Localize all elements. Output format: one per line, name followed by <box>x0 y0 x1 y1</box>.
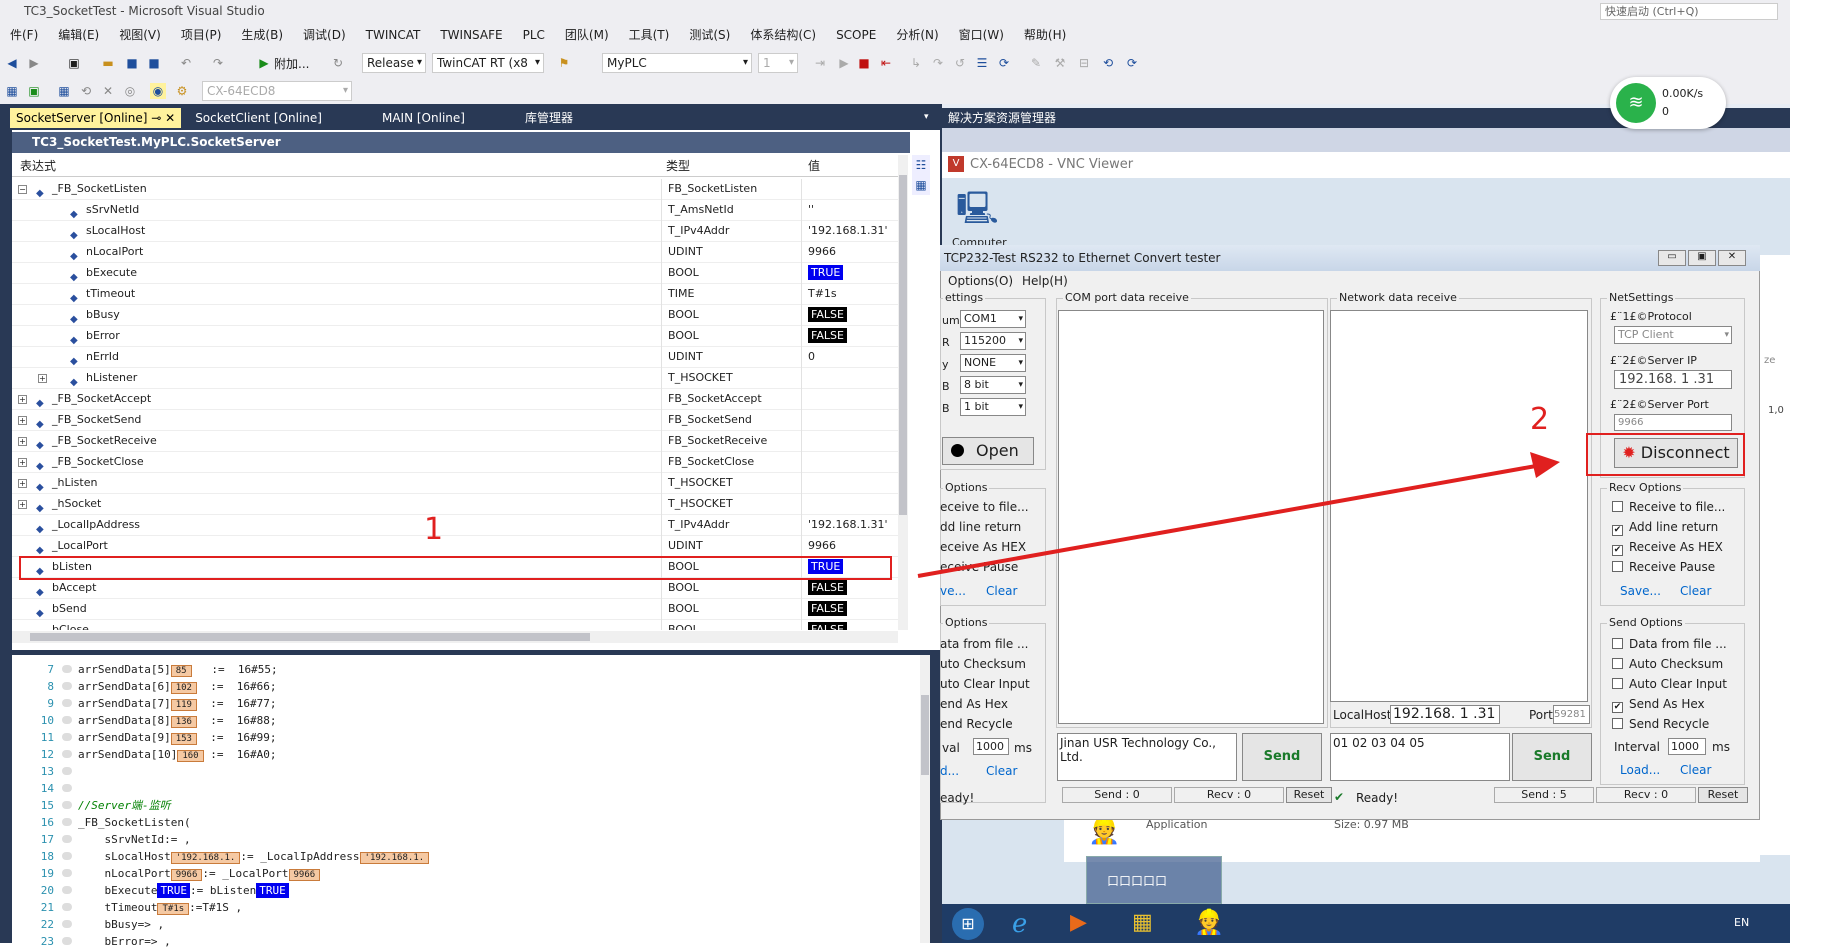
annotation-arrow <box>917 452 1560 578</box>
